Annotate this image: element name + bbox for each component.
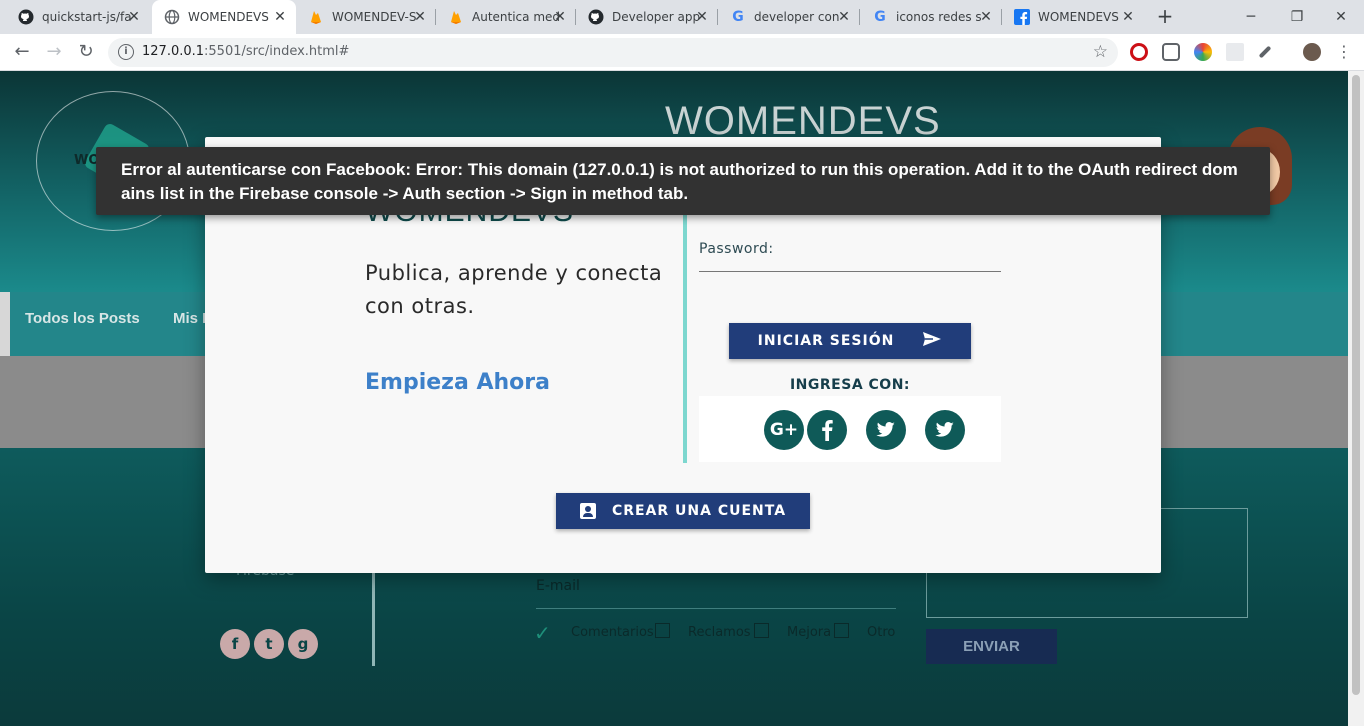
firebase-icon xyxy=(448,9,464,25)
option-checkbox[interactable] xyxy=(754,623,769,638)
ingresa-con-label: INGRESA CON: xyxy=(789,377,911,393)
login-button-label: INICIAR SESIÓN xyxy=(757,333,895,349)
tab-close-icon[interactable]: ✕ xyxy=(552,9,568,25)
scrollbar-thumb[interactable] xyxy=(1352,75,1360,695)
restore-icon[interactable]: ❐ xyxy=(1274,0,1320,34)
profile-avatar[interactable] xyxy=(1303,43,1321,61)
option-checkbox[interactable] xyxy=(834,623,849,638)
twitter-icon[interactable] xyxy=(866,410,906,450)
facebook-icon[interactable] xyxy=(807,410,847,450)
bookmark-star-icon[interactable]: ☆ xyxy=(1093,42,1108,62)
facebook-icon xyxy=(1014,9,1030,25)
menu-icon[interactable]: ⋮ xyxy=(1332,40,1356,64)
browser-tab-strip: quickstart-js/fa ✕ WOMENDEVS ✕ WOMENDEV-… xyxy=(0,0,1364,34)
forward-icon[interactable]: → xyxy=(42,40,66,64)
send-arrow-icon xyxy=(922,331,942,351)
browser-tab[interactable]: WOMENDEVS ✕ xyxy=(1002,0,1144,34)
empieza-ahora-link[interactable]: Empieza Ahora xyxy=(365,370,550,395)
account-box-icon xyxy=(579,503,596,519)
browser-tab[interactable]: WOMENDEV-S ✕ xyxy=(296,0,436,34)
facebook-icon[interactable]: f xyxy=(220,629,250,659)
github-icon xyxy=(18,9,34,25)
site-info-icon[interactable]: i xyxy=(118,44,134,60)
globe-icon xyxy=(164,9,180,25)
new-tab-button[interactable]: + xyxy=(1154,5,1176,27)
browser-toolbar: ← → ↻ i 127.0.0.1:5501/src/index.html# ☆… xyxy=(0,34,1364,71)
tab-close-icon[interactable]: ✕ xyxy=(412,9,428,25)
url-text[interactable]: 127.0.0.1:5501/src/index.html# xyxy=(142,44,349,59)
firebase-icon xyxy=(308,9,324,25)
email-input[interactable] xyxy=(536,608,896,609)
google-icon: G xyxy=(874,9,886,25)
create-account-button[interactable]: CREAR UNA CUENTA xyxy=(556,493,810,529)
tab-close-icon[interactable]: ✕ xyxy=(126,9,142,25)
browser-tab[interactable]: quickstart-js/fa ✕ xyxy=(6,0,150,34)
send-button[interactable]: ENVIAR xyxy=(926,629,1057,664)
option-checkbox[interactable] xyxy=(655,623,670,638)
reload-icon[interactable]: ↻ xyxy=(74,40,98,64)
nav-item-todos-los-posts[interactable]: Todos los Posts xyxy=(25,310,140,327)
google-icon: G xyxy=(732,9,744,25)
google-plus-icon[interactable]: G+ xyxy=(764,410,804,450)
close-window-icon[interactable]: ✕ xyxy=(1318,0,1364,34)
address-bar[interactable]: i 127.0.0.1:5501/src/index.html# ☆ xyxy=(108,38,1118,67)
browser-tab-active[interactable]: WOMENDEVS ✕ xyxy=(152,0,296,34)
browser-tab[interactable]: Autentica med ✕ xyxy=(436,0,576,34)
twitter-icon[interactable]: t xyxy=(254,629,284,659)
minimize-icon[interactable]: ─ xyxy=(1228,0,1274,34)
tab-close-icon[interactable]: ✕ xyxy=(978,9,994,25)
tab-close-icon[interactable]: ✕ xyxy=(1120,9,1136,25)
social-login-panel: G+ xyxy=(699,396,1001,462)
tab-close-icon[interactable]: ✕ xyxy=(836,9,852,25)
tab-close-icon[interactable]: ✕ xyxy=(272,9,288,25)
eyedropper-extension-icon[interactable] xyxy=(1258,45,1272,59)
browser-tab[interactable]: Developer app ✕ xyxy=(576,0,718,34)
pocket-extension-icon[interactable] xyxy=(1162,43,1180,61)
footer-divider xyxy=(372,573,375,666)
modal-divider xyxy=(683,197,687,463)
footer-email-label: E-mail xyxy=(536,578,580,594)
password-label: Password: xyxy=(699,241,774,257)
github-icon[interactable]: g xyxy=(288,629,318,659)
option-label: Otro xyxy=(867,625,896,640)
option-label: Mejora xyxy=(787,625,832,640)
github-icon xyxy=(588,9,604,25)
back-icon[interactable]: ← xyxy=(10,40,34,64)
browser-tab[interactable]: G developer con ✕ xyxy=(718,0,860,34)
check-icon: ✓ xyxy=(534,621,551,645)
error-toast: Error al autenticarse con Facebook: Erro… xyxy=(96,147,1270,215)
color-picker-extension-icon[interactable] xyxy=(1194,43,1212,61)
tab-close-icon[interactable]: ✕ xyxy=(694,9,710,25)
page-scrollbar[interactable] xyxy=(1348,71,1364,726)
browser-tab[interactable]: G iconos redes s ✕ xyxy=(860,0,1002,34)
login-button[interactable]: INICIAR SESIÓN xyxy=(729,323,971,359)
option-label: Comentarios xyxy=(571,625,654,640)
password-input[interactable] xyxy=(699,271,1001,272)
modal-tagline: Publica, aprende y conecta con otras. xyxy=(365,261,663,318)
extension-icon[interactable] xyxy=(1226,43,1244,61)
opera-extension-icon[interactable] xyxy=(1130,43,1148,61)
create-account-label: CREAR UNA CUENTA xyxy=(611,503,787,519)
option-label: Reclamos xyxy=(688,625,751,640)
twitter-icon[interactable] xyxy=(925,410,965,450)
